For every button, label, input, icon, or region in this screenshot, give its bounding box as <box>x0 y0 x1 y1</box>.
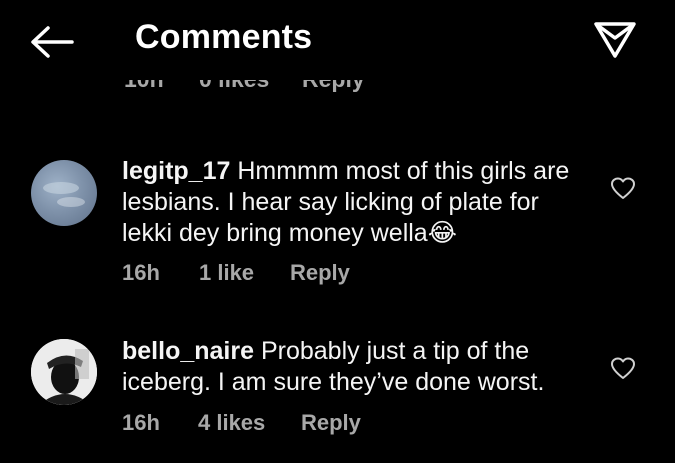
reply-link[interactable]: Reply <box>301 410 361 436</box>
reply-link[interactable]: Reply <box>302 78 365 93</box>
comment-time: 10h <box>124 78 164 92</box>
page-title: Comments <box>135 18 313 56</box>
avatar[interactable] <box>31 160 97 226</box>
comment-likes-link[interactable]: 0 likes <box>199 78 269 93</box>
share-button[interactable] <box>592 18 638 60</box>
laughing-emoji: 😂 <box>427 219 457 247</box>
heart-icon <box>611 357 635 379</box>
comment-likes-link[interactable]: 1 like <box>199 260 254 286</box>
heart-icon <box>611 177 635 199</box>
send-icon <box>594 22 636 58</box>
comment-time: 16h <box>122 260 160 285</box>
top-bar: Comments <box>0 0 675 80</box>
like-button[interactable] <box>610 177 636 201</box>
comment-text: legitp_17 Hmmmm most of this girls are l… <box>122 156 582 249</box>
reply-link[interactable]: Reply <box>290 260 350 286</box>
comment-text: bello_naire Probably just a tip of the i… <box>122 336 582 398</box>
previous-comment-meta: 10h 0 likes Reply <box>0 78 675 102</box>
comment-username[interactable]: bello_naire <box>122 337 254 365</box>
back-button[interactable] <box>28 22 76 62</box>
comment-time: 16h <box>122 410 160 435</box>
like-button[interactable] <box>610 357 636 381</box>
comment-likes-link[interactable]: 4 likes <box>198 410 265 436</box>
avatar[interactable] <box>31 339 97 405</box>
comment-username[interactable]: legitp_17 <box>122 157 230 185</box>
avatar-image <box>43 182 85 207</box>
avatar-image <box>31 339 97 405</box>
back-arrow-icon <box>31 26 74 58</box>
